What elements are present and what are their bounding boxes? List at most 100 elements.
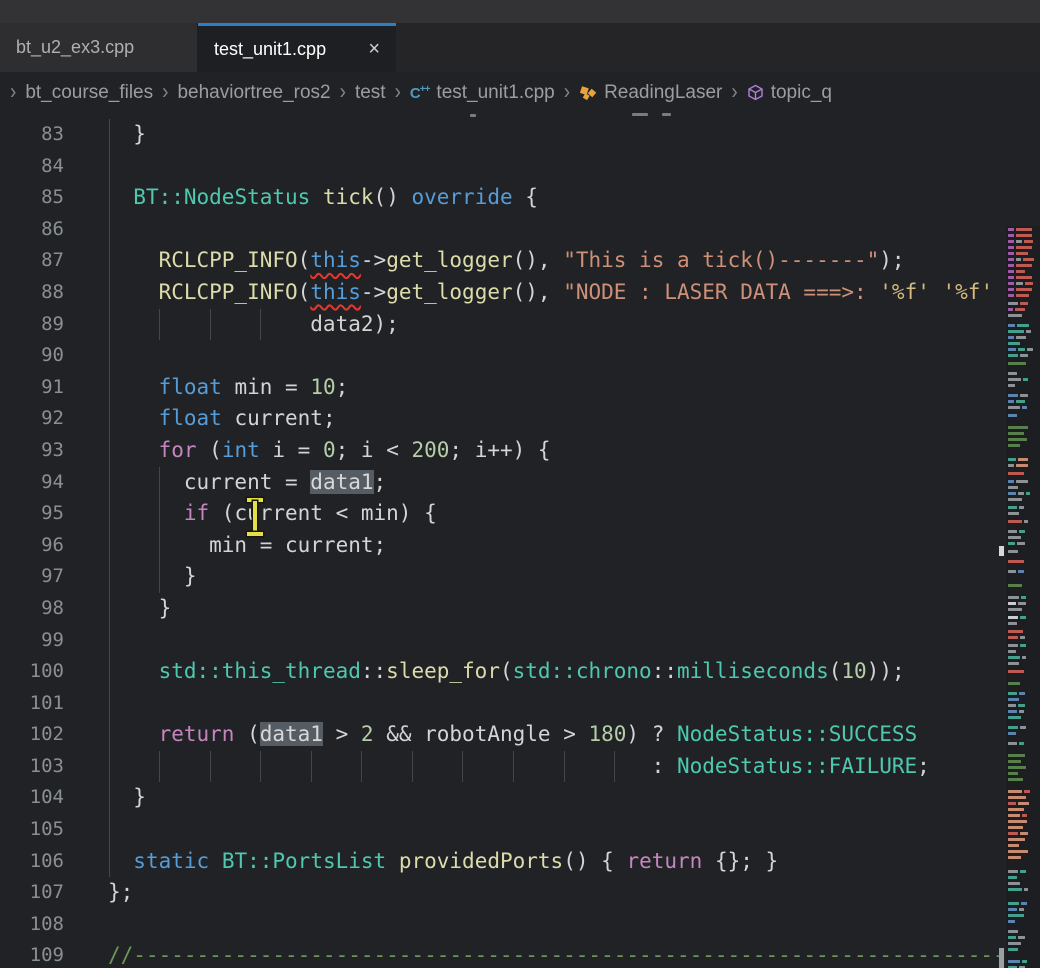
glyph-fragment xyxy=(662,113,671,116)
code-editor[interactable]: 83 }8485 BT::NodeStatus tick() override … xyxy=(0,113,1040,968)
code-token: BT::PortsList xyxy=(222,849,386,873)
indent-guide xyxy=(109,846,110,878)
minimap-row xyxy=(1008,520,1022,523)
code-line[interactable]: 104 } xyxy=(0,782,1003,814)
tab-test-unit1[interactable]: test_unit1.cpp × xyxy=(198,23,396,72)
breadcrumb-item-topic-q[interactable]: topic_q xyxy=(747,82,832,104)
code-line[interactable]: 88 RCLCPP_INFO(this->get_logger(), "NODE… xyxy=(0,277,1003,309)
code-line[interactable]: 107}; xyxy=(0,877,1003,909)
line-number: 98 xyxy=(0,593,64,625)
code-line[interactable]: 90 xyxy=(0,340,1003,372)
line-number: 95 xyxy=(0,498,64,530)
minimap-row xyxy=(1023,378,1028,381)
code-line[interactable]: 99 xyxy=(0,625,1003,657)
breadcrumb-item-bt-course-files[interactable]: bt_course_files xyxy=(25,82,153,104)
chevron-right-icon: › xyxy=(564,80,570,105)
breadcrumb-item-test[interactable]: test xyxy=(355,82,386,104)
code-token xyxy=(386,849,399,873)
minimap-row xyxy=(1024,520,1028,523)
indent-guide xyxy=(210,751,211,783)
code-line[interactable]: 102 return (data1 > 2 && robotAngle > 18… xyxy=(0,719,1003,751)
code-line[interactable]: 105 xyxy=(0,814,1003,846)
code-line[interactable]: 94 current = data1; xyxy=(0,467,1003,499)
minimap-row xyxy=(1016,264,1032,267)
code-token xyxy=(310,185,323,209)
code-line[interactable]: 96 min = current; xyxy=(0,530,1003,562)
code-token: std::this_thread xyxy=(159,659,361,683)
code-token: ( xyxy=(298,280,311,304)
breadcrumb-item-behaviortree-ros2[interactable]: behaviortree_ros2 xyxy=(177,82,330,104)
line-number: 94 xyxy=(0,467,64,499)
code-line[interactable]: 95 if (current < min) { xyxy=(0,498,1003,530)
code-line[interactable]: 85 BT::NodeStatus tick() override { xyxy=(0,182,1003,214)
code-line[interactable]: 100 std::this_thread::sleep_for(std::chr… xyxy=(0,656,1003,688)
code-line[interactable]: 106 static BT::PortsList providedPorts()… xyxy=(0,846,1003,878)
code-line[interactable]: 87 RCLCPP_INFO(this->get_logger(), "This… xyxy=(0,245,1003,277)
chevron-right-icon: › xyxy=(395,80,401,105)
indent-guide xyxy=(109,751,110,783)
code-token: () { xyxy=(563,849,626,873)
breadcrumb-item-test-unit1-cpp[interactable]: C++test_unit1.cpp xyxy=(410,82,555,104)
tab-bt-u2-ex3[interactable]: bt_u2_ex3.cpp xyxy=(0,23,198,72)
line-number: 100 xyxy=(0,656,64,688)
code-token: ); xyxy=(879,248,904,272)
code-line[interactable]: 91 float min = 10; xyxy=(0,372,1003,404)
code-line[interactable]: 108 xyxy=(0,909,1003,941)
code-line-text: } xyxy=(108,593,1003,625)
code-token xyxy=(108,248,159,272)
code-line[interactable]: 103 : NodeStatus::FAILURE; xyxy=(0,751,1003,783)
minimap-row xyxy=(1025,282,1033,285)
code-token: 10 xyxy=(841,659,866,683)
minimap[interactable] xyxy=(1006,226,1040,968)
line-number: 84 xyxy=(0,151,64,183)
code-line[interactable]: 109//-----------------------------------… xyxy=(0,940,1003,968)
minimap-row xyxy=(1008,536,1021,539)
chevron-right-icon: › xyxy=(340,80,346,105)
code-line[interactable]: 84 xyxy=(0,151,1003,183)
minimap-row xyxy=(1008,902,1019,905)
code-token xyxy=(108,722,159,746)
minimap-row xyxy=(1008,656,1020,659)
code-line-text xyxy=(108,151,1003,183)
indent-guide xyxy=(614,751,615,783)
minimap-row xyxy=(1026,492,1030,495)
code-line[interactable]: 86 xyxy=(0,214,1003,246)
cpp-file-icon: C++ xyxy=(410,84,430,102)
minimap-row xyxy=(1008,276,1014,279)
token-this-error: this xyxy=(310,280,361,304)
code-line[interactable]: 83 } xyxy=(0,119,1003,151)
line-number: 85 xyxy=(0,182,64,214)
code-line[interactable]: 92 float current; xyxy=(0,403,1003,435)
breadcrumb-item-readinglaser[interactable]: ReadingLaser xyxy=(579,82,722,104)
code-line[interactable]: 98 } xyxy=(0,593,1003,625)
minimap-row xyxy=(1008,354,1018,357)
minimap-row xyxy=(1008,644,1018,647)
minimap-row xyxy=(1008,372,1017,375)
code-token: BT::NodeStatus xyxy=(133,185,310,209)
indent-guide xyxy=(564,751,565,783)
minimap-row xyxy=(1008,472,1024,475)
indent-guide xyxy=(109,119,110,151)
minimap-row xyxy=(1008,596,1019,599)
chevron-right-icon: › xyxy=(162,80,168,105)
indent-guide xyxy=(159,530,160,562)
code-token xyxy=(108,501,184,525)
code-token xyxy=(108,185,133,209)
minimap-row xyxy=(1008,458,1016,461)
minimap-row xyxy=(1008,820,1027,823)
line-number: 103 xyxy=(0,751,64,783)
code-token: ( xyxy=(234,722,259,746)
code-line-text: data2); xyxy=(108,309,1003,341)
code-token: : xyxy=(108,754,677,778)
code-line[interactable]: 97 } xyxy=(0,561,1003,593)
minimap-row xyxy=(1008,342,1020,345)
code-line[interactable]: 89 data2); xyxy=(0,309,1003,341)
code-line[interactable]: 93 for (int i = 0; i < 200; i++) { xyxy=(0,435,1003,467)
minimap-row xyxy=(1008,282,1014,285)
code-line[interactable]: 101 xyxy=(0,688,1003,720)
minimap-row xyxy=(1008,920,1015,923)
code-line-text: RCLCPP_INFO(this->get_logger(), "This is… xyxy=(108,245,1003,277)
code-token: )); xyxy=(867,659,905,683)
close-icon[interactable]: × xyxy=(368,39,380,59)
minimap-row xyxy=(1008,772,1018,775)
